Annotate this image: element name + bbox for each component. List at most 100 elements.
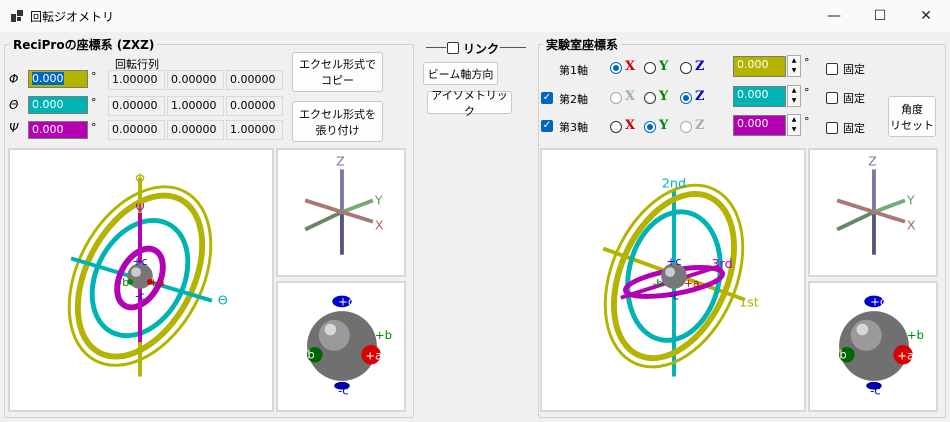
copy-excel-button[interactable]: エクセル形式で コピー bbox=[292, 52, 383, 92]
axis2-y-label: Y bbox=[659, 89, 669, 104]
recipro-axis-triad[interactable]: Z Y X bbox=[276, 148, 406, 277]
maximize-button[interactable]: ☐ bbox=[857, 0, 903, 32]
link-line-right bbox=[500, 47, 526, 48]
axis1-x-label: X bbox=[625, 59, 636, 74]
paste-excel-button[interactable]: エクセル形式を 張り付け bbox=[292, 101, 383, 142]
axis3-z-radio[interactable] bbox=[680, 121, 692, 133]
recipro-crystal-view[interactable]: +c -c +a +b -b bbox=[276, 281, 406, 412]
lab-axis-triad[interactable]: Z Y X bbox=[808, 148, 938, 277]
matrix-cell: 0.00000 bbox=[226, 96, 283, 116]
axis3-x-radio[interactable] bbox=[610, 121, 622, 133]
axis1-angle-input[interactable]: 0.000 bbox=[733, 56, 786, 77]
matrix-cell: 0.00000 bbox=[108, 120, 165, 140]
minus-c-label: -c bbox=[135, 290, 145, 303]
axis3-x-label: X bbox=[625, 118, 636, 133]
degree-unit: ° bbox=[91, 70, 97, 83]
axis3-label: 第3軸 bbox=[559, 121, 588, 134]
lab-group-title: 実験室座標系 bbox=[543, 36, 622, 53]
minus-c-label: -c bbox=[870, 383, 881, 397]
axis2-fixed-checkbox[interactable] bbox=[826, 92, 838, 104]
axis2-angle-input[interactable]: 0.000 bbox=[733, 86, 786, 107]
link-checkbox[interactable] bbox=[447, 42, 459, 54]
phi-axis-label: Φ bbox=[135, 172, 145, 187]
axis3-angle-input[interactable]: 0.000 bbox=[733, 115, 786, 136]
axis3-spinner[interactable]: ▲ ▼ bbox=[787, 114, 801, 136]
axis2-checkbox[interactable]: ✓ bbox=[541, 92, 553, 104]
axis1-y-radio[interactable] bbox=[644, 62, 656, 74]
theta-axis-label: Θ bbox=[218, 294, 228, 309]
theta-label: Θ bbox=[9, 98, 19, 112]
third-axis-label: 3rd bbox=[711, 257, 732, 272]
degree-unit: ° bbox=[804, 86, 810, 99]
link-line-left bbox=[426, 47, 446, 48]
matrix-cell: 0.00000 bbox=[108, 96, 165, 116]
app-icon bbox=[11, 10, 23, 22]
beam-direction-button[interactable]: ビーム軸方向 bbox=[423, 62, 498, 85]
psi-input[interactable]: 0.000 bbox=[28, 121, 88, 139]
axis3-fixed-label: 固定 bbox=[843, 122, 865, 135]
lab-crystal-view[interactable]: +c -c +a +b -b bbox=[808, 281, 938, 412]
axis2-fixed-label: 固定 bbox=[843, 92, 865, 105]
minus-b-label: -b bbox=[303, 348, 315, 362]
matrix-cell: 0.00000 bbox=[167, 120, 224, 140]
plus-c-label: +c bbox=[870, 294, 886, 308]
lab-gimbal-view[interactable]: 2nd 1st 3rd +c -c -b +a bbox=[540, 148, 806, 412]
matrix-cell: 1.00000 bbox=[108, 70, 165, 90]
axis1-x-radio[interactable] bbox=[610, 62, 622, 74]
plus-a-label: +a bbox=[149, 276, 165, 289]
axis2-z-label: Z bbox=[695, 89, 705, 104]
close-button[interactable]: ✕ bbox=[903, 0, 949, 32]
minus-c-label: -c bbox=[338, 383, 349, 397]
minus-c-label: -c bbox=[669, 290, 679, 303]
axis3-y-label: Y bbox=[659, 118, 669, 133]
psi-label: Ψ bbox=[9, 121, 19, 135]
phi-input[interactable]: 0.000 bbox=[28, 70, 88, 88]
angle-reset-button[interactable]: 角度 リセット bbox=[888, 96, 936, 137]
plus-c-label: +c bbox=[132, 255, 147, 268]
y-axis-label: Y bbox=[374, 192, 383, 207]
first-axis-label: 1st bbox=[739, 296, 759, 311]
theta-input[interactable]: 0.000 bbox=[28, 96, 88, 114]
minimize-button[interactable]: — bbox=[811, 0, 857, 32]
x-axis-label: X bbox=[907, 217, 916, 232]
plus-a-label: +a bbox=[684, 277, 700, 290]
axis1-label: 第1軸 bbox=[559, 64, 588, 77]
degree-unit: ° bbox=[91, 96, 97, 109]
phi-label: Φ bbox=[9, 72, 19, 86]
plus-a-label: +a bbox=[897, 349, 914, 363]
degree-unit: ° bbox=[804, 56, 810, 69]
axis1-z-radio[interactable] bbox=[680, 62, 692, 74]
title-bar bbox=[0, 0, 950, 32]
recipro-gimbal-view[interactable]: Φ Θ Ψ +c -c -b +a bbox=[8, 148, 274, 412]
axis3-fixed-checkbox[interactable] bbox=[826, 122, 838, 134]
axis1-fixed-checkbox[interactable] bbox=[826, 63, 838, 75]
recipro-group-title: ReciProの座標系 (ZXZ) bbox=[10, 36, 158, 53]
window-title: 回転ジオメトリ bbox=[30, 10, 115, 24]
plus-c-label: +c bbox=[666, 255, 681, 268]
matrix-cell: 1.00000 bbox=[167, 96, 224, 116]
y-axis-label: Y bbox=[906, 192, 915, 207]
matrix-cell: 0.00000 bbox=[167, 70, 224, 90]
minus-b-label: -b bbox=[835, 348, 847, 362]
isometric-button[interactable]: アイソメトリック bbox=[427, 89, 512, 118]
axis2-x-label: X bbox=[625, 89, 636, 104]
axis3-y-radio[interactable] bbox=[644, 121, 656, 133]
minus-b-label: -b bbox=[118, 276, 129, 289]
z-axis-label: Z bbox=[336, 154, 345, 169]
axis1-fixed-label: 固定 bbox=[843, 63, 865, 76]
axis2-z-radio[interactable] bbox=[680, 92, 692, 104]
axis2-x-radio[interactable] bbox=[610, 92, 622, 104]
axis1-z-label: Z bbox=[695, 59, 705, 74]
axis1-y-label: Y bbox=[659, 59, 669, 74]
z-axis-label: Z bbox=[868, 154, 877, 169]
plus-b-label: +b bbox=[907, 328, 924, 342]
axis2-y-radio[interactable] bbox=[644, 92, 656, 104]
plus-c-label: +c bbox=[338, 294, 354, 308]
axis2-spinner[interactable]: ▲ ▼ bbox=[787, 85, 801, 107]
x-axis-label: X bbox=[375, 217, 384, 232]
axis3-checkbox[interactable]: ✓ bbox=[541, 120, 553, 132]
axis2-label: 第2軸 bbox=[559, 93, 588, 106]
degree-unit: ° bbox=[91, 121, 97, 134]
axis1-spinner[interactable]: ▲ ▼ bbox=[787, 55, 801, 77]
degree-unit: ° bbox=[804, 115, 810, 128]
